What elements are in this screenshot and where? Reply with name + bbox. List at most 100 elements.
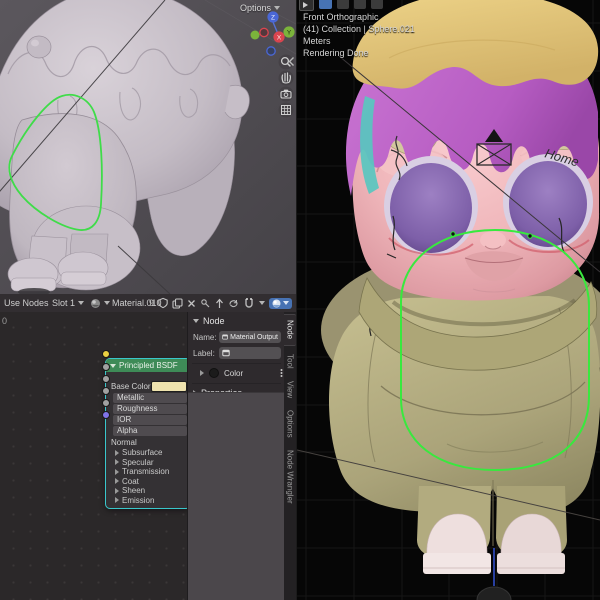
socket-metallic[interactable]: [101, 362, 110, 371]
chevron-right-icon: [115, 487, 119, 494]
name-label: Name:: [193, 332, 217, 342]
section-transmission[interactable]: Transmission: [106, 467, 190, 477]
render-status-text: Rendering Done: [303, 48, 369, 58]
tab-view[interactable]: View: [284, 377, 296, 403]
socket-ior[interactable]: [101, 386, 110, 395]
name-row: Name: Material Output: [188, 330, 285, 344]
use-nodes-toggle[interactable]: Use Nodes: [4, 294, 49, 312]
tab-node-wrangler[interactable]: Node Wrangler: [284, 446, 296, 508]
sidebar-tab-strip: Node Tool View Options Node Wrangler: [284, 312, 296, 600]
header-right-tools: 9: [149, 294, 292, 312]
node-panel-header[interactable]: Node: [188, 314, 290, 328]
collapse-node-icon[interactable]: [110, 363, 116, 368]
alpha-label: Alpha: [117, 426, 138, 435]
roughness-slider[interactable]: Roughness: [113, 404, 187, 414]
section-specular[interactable]: Specular: [106, 458, 190, 468]
metallic-slider[interactable]: Metallic: [113, 393, 187, 403]
rendered-character: Home: [297, 0, 600, 600]
canvas-stray-label: 0: [2, 316, 8, 326]
blender-window: Options Z X Y Home Front Orthographic (4…: [0, 0, 600, 600]
socket-base-color[interactable]: [101, 349, 110, 358]
duplicate-material-icon[interactable]: [172, 297, 183, 309]
roughness-label: Roughness: [117, 404, 158, 413]
node-glyph-icon: [222, 349, 230, 357]
shading-sphere-icon: [272, 299, 281, 307]
panel-empty-area: [188, 392, 285, 600]
section-coat[interactable]: Coat: [106, 477, 190, 487]
node-glyph-icon: [222, 334, 228, 340]
arrow-up-icon[interactable]: [215, 298, 224, 309]
mode-button[interactable]: [371, 0, 383, 9]
snap-magnet-icon[interactable]: [243, 297, 255, 309]
metallic-label: Metallic: [117, 393, 145, 402]
view-name-text: Front Orthographic: [303, 12, 379, 22]
node-name-value: Material Output: [230, 333, 278, 341]
users-count-badge[interactable]: 9: [149, 298, 154, 308]
chevron-right-icon: [115, 497, 119, 504]
normal-input-label: Normal: [111, 438, 137, 447]
chevron-down-icon: [78, 301, 85, 305]
chevron-right-icon: [115, 478, 119, 485]
base-color-row[interactable]: Base Color: [106, 380, 190, 392]
socket-normal[interactable]: [101, 410, 110, 419]
color-label: Color: [224, 368, 244, 378]
grid-ortho-icon[interactable]: [278, 102, 294, 118]
chevron-down-icon: [193, 319, 199, 323]
section-subsurface[interactable]: Subsurface: [106, 448, 190, 458]
tab-options[interactable]: Options: [284, 406, 296, 442]
mode-button[interactable]: [337, 0, 349, 9]
base-color-swatch[interactable]: [151, 380, 187, 392]
pan-hand-icon[interactable]: [278, 70, 294, 86]
annotation-control-point[interactable]: [527, 233, 533, 239]
left-3d-viewport[interactable]: Options Z X Y: [0, 0, 296, 294]
base-color-label: Base Color: [111, 381, 151, 391]
shader-editor: Use Nodes Slot 1 Material.010 9 0 Princi…: [0, 294, 296, 600]
navigation-gizmo[interactable]: Z X Y: [234, 8, 296, 60]
color-input-row[interactable]: Color: [188, 366, 297, 380]
slot-label: Slot 1: [52, 298, 76, 308]
node-panel-title: Node: [203, 316, 225, 326]
collection-object-text: (41) Collection | Sphere.021: [303, 24, 415, 34]
editor-type-icon[interactable]: [299, 0, 314, 11]
node-name-field[interactable]: Material Output: [219, 331, 281, 343]
fake-user-shield-icon[interactable]: [158, 297, 168, 309]
label-label: Label:: [193, 348, 215, 358]
chevron-down-icon: [283, 301, 289, 305]
ior-slider[interactable]: IOR: [113, 415, 187, 425]
gizmo-axis-neg-x[interactable]: [259, 27, 269, 38]
mode-button-active[interactable]: [319, 0, 332, 9]
node-label-field[interactable]: [219, 347, 281, 359]
gizmo-axis-ball[interactable]: [250, 30, 260, 40]
tab-tool[interactable]: Tool: [284, 348, 296, 374]
shading-preview-button[interactable]: [269, 297, 292, 309]
unlink-x-icon[interactable]: [187, 299, 196, 308]
render-viewport[interactable]: Home Front Orthographic (41) Collection …: [297, 0, 600, 600]
pin-icon[interactable]: [200, 298, 211, 309]
material-browse-dropdown[interactable]: [90, 294, 110, 312]
gizmo-axis-neg-z[interactable]: [266, 46, 276, 56]
shader-editor-header: Use Nodes Slot 1 Material.010 9: [0, 294, 296, 313]
material-sphere-icon: [91, 298, 100, 308]
tab-node[interactable]: Node: [284, 314, 296, 346]
use-nodes-label: Use Nodes: [4, 298, 49, 308]
node-body: Base Color Metallic Roughness IOR Alpha …: [101, 349, 190, 508]
slot-dropdown[interactable]: Slot 1: [52, 294, 85, 312]
chevron-down-icon[interactable]: [259, 301, 265, 305]
alpha-slider[interactable]: Alpha: [113, 426, 187, 436]
cycle-arrows-icon[interactable]: [228, 298, 239, 309]
color-swatch[interactable]: [209, 368, 219, 378]
section-sheen[interactable]: Sheen: [106, 486, 190, 496]
principled-bsdf-node[interactable]: Principled BSDF Base Color Metallic Roug…: [101, 349, 191, 509]
chevron-down-icon: [104, 301, 110, 305]
camera-view-icon[interactable]: [278, 86, 294, 102]
node-header[interactable]: Principled BSDF: [106, 359, 190, 372]
socket-alpha[interactable]: [101, 398, 110, 407]
annotation-control-point[interactable]: [450, 231, 456, 237]
label-row: Label:: [188, 346, 285, 360]
mode-button[interactable]: [354, 0, 366, 9]
section-emission[interactable]: Emission: [106, 496, 190, 506]
gizmo-y-label: Y: [287, 30, 292, 37]
chevron-right-icon: [115, 459, 119, 466]
socket-roughness[interactable]: [101, 374, 110, 383]
region-collapse-arrow-icon[interactable]: [288, 56, 295, 67]
